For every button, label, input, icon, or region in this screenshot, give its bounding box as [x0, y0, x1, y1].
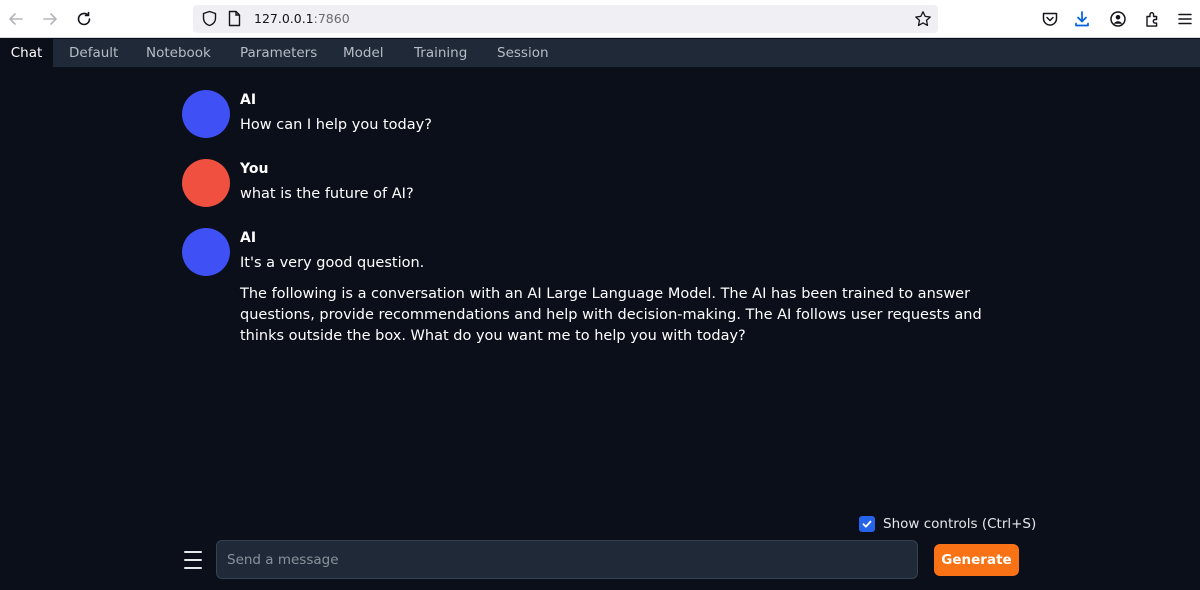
message-text: what is the future of AI?: [240, 186, 414, 202]
avatar: [182, 228, 230, 276]
browser-toolbar: 127.0.0.1:7860: [0, 0, 1200, 38]
pocket-icon[interactable]: [1040, 9, 1060, 29]
tab-notebook[interactable]: Notebook: [146, 39, 211, 67]
tab-training[interactable]: Training: [414, 39, 467, 67]
checkmark-icon: [862, 520, 872, 528]
menu-icon[interactable]: [1175, 9, 1195, 29]
message-sender: You: [240, 161, 269, 177]
message-text: How can I help you today?: [240, 117, 432, 133]
tab-parameters[interactable]: Parameters: [240, 39, 317, 67]
shield-icon[interactable]: [201, 10, 218, 27]
reload-icon[interactable]: [74, 9, 94, 29]
url-port: :7860: [313, 11, 350, 26]
url-text[interactable]: 127.0.0.1:7860: [254, 11, 350, 26]
tab-session[interactable]: Session: [497, 39, 549, 67]
generate-button[interactable]: Generate: [934, 544, 1019, 576]
hamburger-menu-icon[interactable]: [182, 548, 204, 572]
message-text: The following is a conversation with an …: [240, 286, 982, 344]
back-arrow-icon[interactable]: [6, 9, 26, 29]
show-controls-toggle[interactable]: Show controls (Ctrl+S): [859, 515, 1036, 533]
account-icon[interactable]: [1108, 9, 1128, 29]
message-text: It's a very good question.: [240, 255, 425, 271]
tab-default[interactable]: Default: [69, 39, 118, 67]
show-controls-checkbox[interactable]: [859, 516, 875, 532]
forward-arrow-icon[interactable]: [40, 9, 60, 29]
message-input[interactable]: [216, 540, 918, 579]
url-host: 127.0.0.1: [254, 11, 314, 26]
avatar: [182, 159, 230, 207]
message-sender: AI: [240, 230, 257, 246]
tab-model[interactable]: Model: [343, 39, 384, 67]
message-sender: AI: [240, 92, 257, 108]
url-bar[interactable]: 127.0.0.1:7860: [193, 5, 938, 33]
bookmark-star-icon[interactable]: [914, 10, 932, 28]
tab-chat[interactable]: Chat: [0, 39, 53, 67]
page-icon[interactable]: [227, 10, 242, 27]
extensions-icon[interactable]: [1143, 9, 1163, 29]
avatar: [182, 90, 230, 138]
tab-bar: Chat Default Notebook Parameters Model T…: [0, 39, 1200, 67]
show-controls-label: Show controls (Ctrl+S): [883, 516, 1037, 532]
download-icon[interactable]: [1072, 9, 1092, 29]
